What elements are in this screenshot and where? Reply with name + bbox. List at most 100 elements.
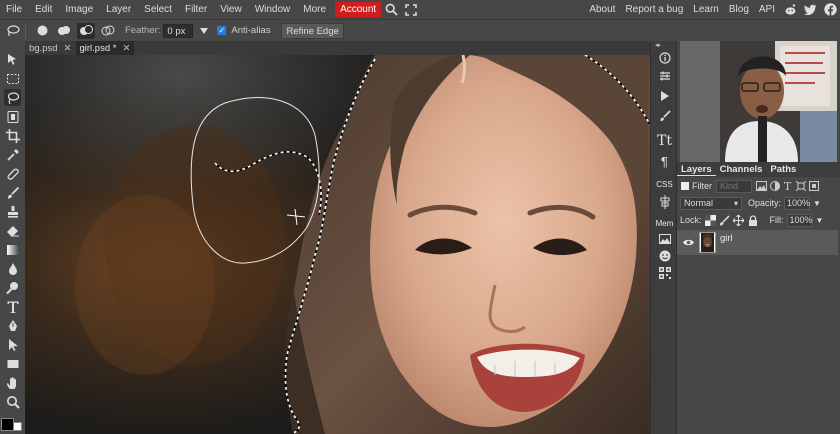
eraser-tool-icon[interactable] — [4, 222, 21, 239]
intersect-selection-icon[interactable] — [99, 23, 117, 39]
chevron-down-icon[interactable]: ▼ — [813, 199, 821, 208]
lasso-tool-icon[interactable] — [4, 89, 21, 106]
pixel-filter-icon[interactable] — [756, 181, 767, 192]
menu-more[interactable]: More — [297, 0, 333, 19]
facebook-icon[interactable] — [822, 0, 838, 19]
move-tool-icon[interactable] — [4, 51, 21, 68]
kind-select[interactable]: Kind — [716, 179, 752, 193]
layer-name: girl — [720, 233, 733, 244]
info-icon[interactable] — [654, 50, 675, 66]
zoom-tool-icon[interactable] — [4, 393, 21, 410]
smart-object-filter-icon[interactable] — [808, 181, 819, 192]
fullscreen-icon[interactable] — [403, 0, 419, 19]
lock-fill-row: Lock: Fill: 100% ▼ — [677, 213, 840, 227]
menu-select[interactable]: Select — [138, 0, 179, 19]
menu-filter[interactable]: Filter — [179, 0, 214, 19]
memory-button[interactable]: Mem — [654, 215, 675, 231]
document-tab-bar: bg.psd ✕ girl.psd * ✕ — [25, 41, 650, 55]
feather-input[interactable]: 0 px — [163, 23, 194, 38]
account-button[interactable]: Account — [335, 2, 382, 17]
crop-tool-icon[interactable] — [4, 127, 21, 144]
adjustment-filter-icon[interactable] — [769, 181, 780, 192]
tab-label: bg.psd — [29, 42, 58, 54]
menu-file[interactable]: File — [0, 0, 29, 19]
pen-tool-icon[interactable] — [4, 317, 21, 334]
refine-edge-button[interactable]: Refine Edge — [281, 22, 344, 39]
tab-bg-psd[interactable]: bg.psd ✕ — [25, 41, 76, 55]
eye-icon[interactable] — [681, 239, 695, 246]
paragraph-icon[interactable]: ¶ — [654, 153, 675, 169]
menu-view[interactable]: View — [214, 0, 249, 19]
play-icon[interactable] — [654, 88, 675, 104]
brush-tool-icon[interactable] — [4, 184, 21, 201]
fill-input[interactable]: 100% — [786, 213, 813, 227]
panel-icon-strip: ◂▸ Tt ¶ CSS Mem — [650, 41, 677, 434]
quick-select-tool-icon[interactable] — [4, 108, 21, 125]
hand-tool-icon[interactable] — [4, 374, 21, 391]
chevron-down-icon: ▾ — [733, 198, 738, 208]
twitter-icon[interactable] — [802, 0, 818, 19]
photo-image — [25, 55, 650, 434]
menu-layer[interactable]: Layer — [100, 0, 138, 19]
opacity-input[interactable]: 100% — [784, 196, 810, 210]
collapse-toggle[interactable]: ◂▸ — [655, 41, 661, 49]
path-select-icon[interactable] — [4, 336, 21, 353]
background-color-swatch[interactable] — [13, 422, 22, 431]
image-canvas[interactable] — [25, 55, 650, 434]
emoji-icon[interactable] — [654, 248, 675, 264]
shape-filter-icon[interactable] — [795, 181, 806, 192]
dodge-tool-icon[interactable] — [4, 279, 21, 296]
css-button[interactable]: CSS — [654, 176, 675, 192]
lock-position-icon[interactable] — [733, 214, 745, 226]
antialias-checkbox[interactable]: ✓ — [217, 26, 227, 35]
lock-pixels-icon[interactable] — [719, 214, 731, 226]
close-icon[interactable]: ✕ — [64, 43, 72, 54]
qr-code-icon[interactable] — [654, 265, 675, 281]
lock-transparency-icon[interactable] — [705, 214, 717, 226]
fill-label: Fill: — [769, 215, 784, 225]
tab-paths[interactable]: Paths — [766, 164, 800, 175]
brush-settings-icon[interactable] — [654, 108, 675, 124]
chevron-down-icon[interactable]: ▼ — [816, 216, 824, 225]
lock-label: Lock: — [680, 215, 702, 225]
properties-icon[interactable] — [654, 68, 675, 84]
options-bar: Feather: 0 px ✓ Anti-alias Refine Edge — [0, 19, 840, 41]
new-selection-icon[interactable] — [33, 23, 51, 39]
clone-stamp-icon[interactable] — [4, 203, 21, 220]
menu-edit[interactable]: Edit — [29, 0, 59, 19]
tab-layers[interactable]: Layers — [677, 164, 716, 176]
filter-checkbox[interactable] — [681, 182, 689, 190]
close-icon[interactable]: ✕ — [122, 43, 130, 54]
marquee-tool-icon[interactable] — [4, 70, 21, 87]
reddit-icon[interactable] — [782, 0, 798, 19]
type-filter-icon[interactable]: T — [782, 180, 793, 193]
character-icon[interactable]: Tt — [654, 133, 675, 149]
chevron-down-icon[interactable] — [195, 23, 213, 39]
image-icon[interactable] — [654, 231, 675, 247]
tab-girl-psd[interactable]: girl.psd * ✕ — [75, 41, 135, 55]
link-about[interactable]: About — [584, 0, 620, 19]
layer-row[interactable]: girl — [677, 230, 838, 255]
text-tool-icon[interactable] — [4, 298, 21, 315]
blur-tool-icon[interactable] — [4, 260, 21, 277]
gradient-tool-icon[interactable] — [4, 241, 21, 258]
link-learn[interactable]: Learn — [688, 0, 724, 19]
blend-mode-select[interactable]: Normal ▾ — [680, 196, 742, 210]
lasso-tool-icon[interactable] — [4, 23, 22, 39]
link-api[interactable]: API — [754, 0, 780, 19]
shape-tool-icon[interactable] — [4, 355, 21, 372]
menu-image[interactable]: Image — [59, 0, 100, 19]
lock-all-icon[interactable] — [747, 214, 759, 226]
eyedropper-tool-icon[interactable] — [4, 146, 21, 163]
layer-thumbnail — [699, 232, 716, 253]
search-icon[interactable] — [383, 0, 399, 19]
add-selection-icon[interactable] — [55, 23, 73, 39]
menu-bar: File Edit Image Layer Select Filter View… — [0, 0, 840, 19]
link-report-bug[interactable]: Report a bug — [620, 0, 688, 19]
link-blog[interactable]: Blog — [724, 0, 754, 19]
subtract-selection-icon[interactable] — [77, 22, 95, 39]
healing-brush-icon[interactable] — [4, 165, 21, 182]
align-icon[interactable] — [654, 194, 675, 210]
menu-window[interactable]: Window — [249, 0, 298, 19]
tab-channels[interactable]: Channels — [716, 164, 767, 175]
